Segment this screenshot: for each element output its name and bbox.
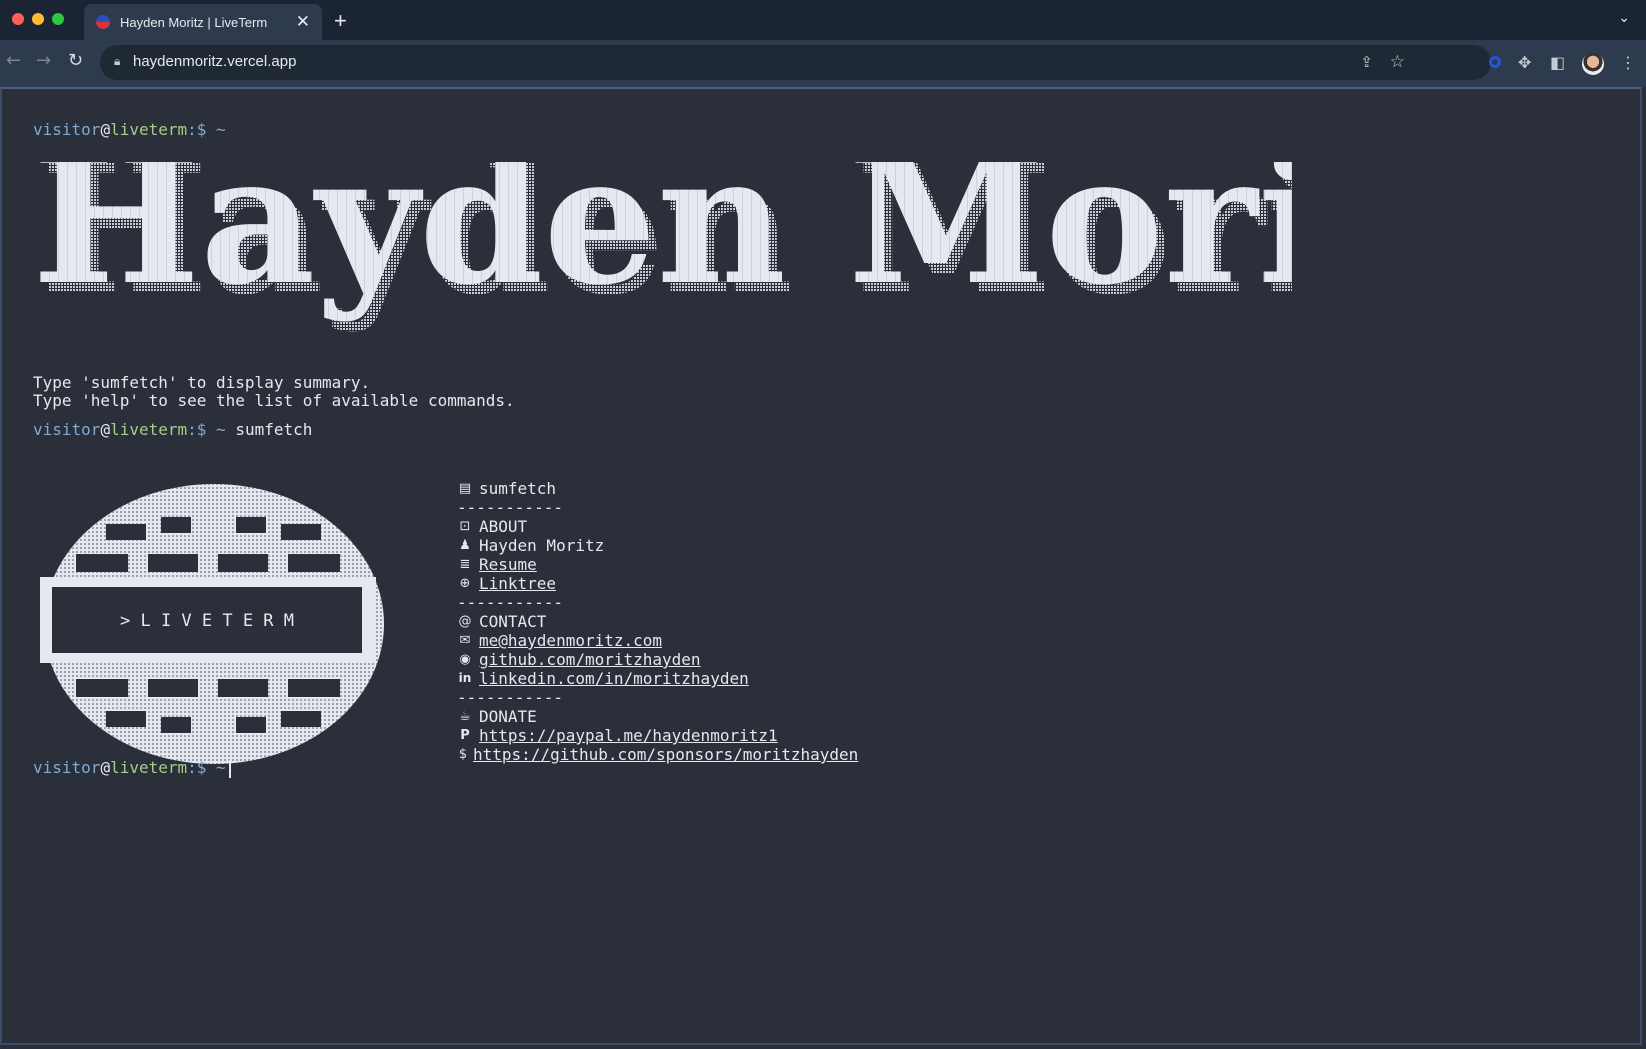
- welcome-line-2: Type 'help' to see the list of available…: [33, 391, 515, 410]
- share-icon[interactable]: ⇪: [1360, 53, 1373, 71]
- about-row: ⊡ ABOUT: [457, 517, 858, 536]
- prompt-host: liveterm: [110, 758, 188, 777]
- url-text[interactable]: haydenmoritz.vercel.app: [133, 53, 296, 70]
- terminal[interactable]: visitor@liveterm:$ ~ Hayden Moritz Hayde…: [0, 87, 1642, 1045]
- prompt-tilde: ~: [216, 120, 226, 139]
- sumfetch-info: ▤ sumfetch ----------- ⊡ ABOUT ♟ Hayden Mor…: [457, 479, 858, 764]
- text-cursor[interactable]: [228, 759, 231, 778]
- browser-toolbar: ← → ↻ 🔒︎ haydenmoritz.vercel.app ⇪ ☆ ✥ ◧…: [0, 40, 1646, 87]
- paypal-row: Phttps://paypal.me/haydenmoritz1: [457, 726, 858, 745]
- prompt-at: @: [100, 120, 111, 139]
- linkedin-icon: in: [458, 671, 472, 685]
- welcome-line-1: Type 'sumfetch' to display summary.: [33, 373, 371, 392]
- divider: -----------: [457, 593, 563, 612]
- prompt-user: visitor: [33, 758, 101, 777]
- terminal-icon: ⊡: [459, 519, 471, 534]
- name-row: ♟ Hayden Moritz: [457, 536, 858, 555]
- id-card-icon: ▤: [458, 481, 472, 496]
- prompt-at: @: [100, 420, 111, 439]
- prompt-tilde: ~: [216, 420, 226, 439]
- prompt-at: @: [100, 758, 111, 777]
- prompt-user: visitor: [33, 120, 101, 139]
- dollar-icon: $: [458, 747, 468, 762]
- tab-search-chevron-icon[interactable]: ⌄: [1618, 10, 1630, 26]
- coffee-icon: ☕: [459, 709, 471, 724]
- bookmark-star-icon[interactable]: ☆: [1390, 52, 1405, 72]
- linktree-link[interactable]: Linktree: [479, 574, 556, 593]
- back-button[interactable]: ←: [6, 50, 21, 71]
- lock-icon[interactable]: 🔒︎: [114, 54, 120, 69]
- profile-avatar[interactable]: [1582, 53, 1604, 75]
- side-panel-icon[interactable]: ◧: [1550, 53, 1565, 72]
- email-row: ✉ me@haydenmoritz.com: [457, 631, 858, 650]
- menu-kebab-icon[interactable]: ⋮: [1620, 53, 1636, 72]
- new-tab-button[interactable]: +: [334, 8, 347, 34]
- sumfetch-header: sumfetch: [479, 479, 557, 498]
- contact-title: CONTACT: [479, 612, 547, 631]
- github-row: ◉ github.com/moritzhayden: [457, 650, 858, 669]
- paypal-icon: P: [460, 728, 470, 743]
- about-name: Hayden Moritz: [479, 536, 605, 555]
- extensions-puzzle-icon[interactable]: ✥: [1518, 53, 1531, 72]
- prompt-user: visitor: [33, 420, 101, 439]
- sponsors-row: $ https://github.com/sponsors/moritzhayde…: [457, 745, 858, 764]
- prompt-line-2: visitor@liveterm:$ ~ sumfetch: [33, 420, 312, 439]
- close-tab-icon[interactable]: ✕: [296, 12, 310, 32]
- prompt-symbol: :$: [187, 420, 207, 439]
- resume-link[interactable]: Resume: [479, 555, 537, 574]
- github-icon: ◉: [459, 652, 471, 667]
- donate-title: DONATE: [479, 707, 537, 726]
- browser-tab[interactable]: Hayden Moritz | LiveTerm ✕: [84, 4, 322, 40]
- paypal-link[interactable]: https://paypal.me/haydenmoritz1: [479, 726, 778, 745]
- envelope-icon: ✉: [459, 633, 471, 648]
- prompt-line-active[interactable]: visitor@liveterm:$ ~: [33, 758, 231, 778]
- user-icon: ♟: [459, 538, 471, 553]
- sumfetch-header-row: ▤ sumfetch: [457, 479, 858, 498]
- prompt-host: liveterm: [110, 420, 188, 439]
- at-icon: @: [458, 614, 472, 629]
- divider: -----------: [457, 688, 563, 707]
- divider: -----------: [457, 498, 563, 517]
- prompt-tilde: ~: [216, 758, 226, 777]
- ascii-banner: Hayden Moritz Hayden Moritz: [32, 162, 1292, 334]
- sponsors-link[interactable]: https://github.com/sponsors/moritzhayden: [473, 745, 858, 764]
- forward-button[interactable]: →: [36, 50, 51, 71]
- about-title: ABOUT: [479, 517, 528, 536]
- prompt-symbol: :$: [187, 758, 207, 777]
- close-window-button[interactable]: [12, 13, 24, 25]
- minimize-window-button[interactable]: [32, 13, 44, 25]
- liveterm-logo-text: > L I V E T E R M: [120, 611, 294, 631]
- linkedin-link[interactable]: linkedin.com/in/moritzhayden: [479, 669, 749, 688]
- resume-icon: ≣: [459, 557, 471, 572]
- linktree-row: ⊕ Linktree: [457, 574, 858, 593]
- email-link[interactable]: me@haydenmoritz.com: [479, 631, 662, 650]
- extension-circle-icon[interactable]: [1489, 56, 1501, 68]
- entered-command: sumfetch: [235, 420, 313, 439]
- browser-tab-bar: Hayden Moritz | LiveTerm ✕ + ⌄: [0, 0, 1646, 40]
- github-link[interactable]: github.com/moritzhayden: [479, 650, 701, 669]
- resume-row: ≣ Resume: [457, 555, 858, 574]
- liveterm-globe-logo: > L I V E T E R M: [40, 484, 384, 764]
- prompt-host: liveterm: [110, 120, 188, 139]
- address-bar[interactable]: 🔒︎ haydenmoritz.vercel.app ⇪ ☆: [100, 45, 1491, 80]
- tab-title: Hayden Moritz | LiveTerm: [120, 14, 268, 30]
- globe-icon: ⊕: [459, 576, 471, 591]
- banner-text: Hayden Moritz: [32, 162, 1292, 324]
- maximize-window-button[interactable]: [52, 13, 64, 25]
- donate-row: ☕ DONATE: [457, 707, 858, 726]
- linkedin-row: in linkedin.com/in/moritzhayden: [457, 669, 858, 688]
- favicon-icon: [96, 15, 110, 29]
- prompt-line-1: visitor@liveterm:$ ~: [33, 120, 226, 139]
- contact-row: @ CONTACT: [457, 612, 858, 631]
- reload-button[interactable]: ↻: [68, 50, 83, 71]
- prompt-symbol: :$: [187, 120, 207, 139]
